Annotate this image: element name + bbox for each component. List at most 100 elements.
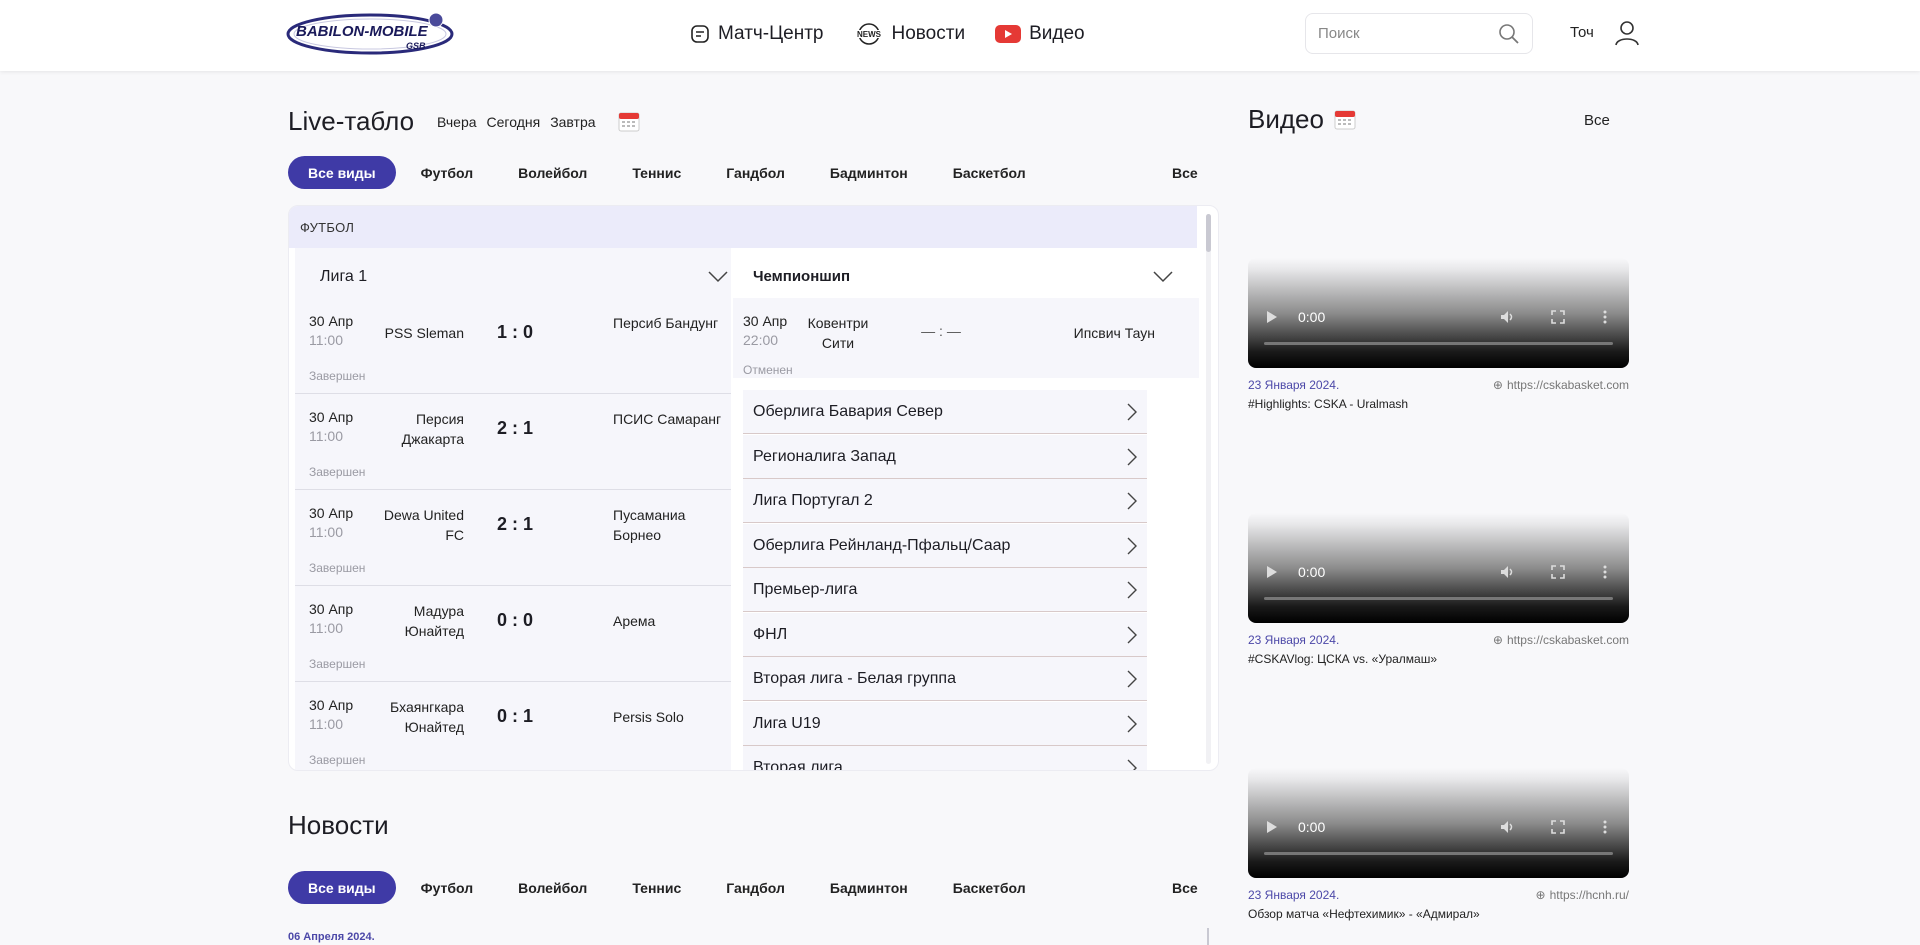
volume-icon[interactable] — [1500, 310, 1516, 324]
tab-badminton[interactable]: Бадминтон — [810, 156, 928, 189]
match-status: Отменен — [743, 363, 793, 377]
chevron-right-icon — [1127, 670, 1137, 687]
tab-all-sports[interactable]: Все виды — [288, 156, 396, 189]
day-tomorrow[interactable]: Завтра — [550, 114, 595, 130]
match-time: 22:00 — [743, 332, 779, 348]
scrollbar-thumb[interactable] — [1206, 214, 1211, 252]
logo-subtext: GSB — [406, 41, 426, 51]
league-row[interactable]: Оберлига Рейнланд-Пфальц/Саар — [743, 524, 1147, 568]
live-sport-tabs: Все виды Футбол Волейбол Теннис Гандбол … — [288, 156, 1051, 189]
tab-badminton[interactable]: Бадминтон — [810, 871, 928, 904]
play-icon[interactable] — [1266, 565, 1278, 579]
tab-volleyball[interactable]: Волейбол — [498, 156, 607, 189]
home-team: PSS Sleman — [384, 325, 464, 341]
league-row[interactable]: Лига Португал 2 — [743, 479, 1147, 523]
tab-basketball[interactable]: Баскетбол — [933, 871, 1046, 904]
sport-header: ФУТБОЛ — [289, 206, 1197, 248]
day-today[interactable]: Сегодня — [487, 114, 541, 130]
nav-news[interactable]: NEWS Новости — [854, 23, 965, 45]
video-player[interactable]: 0:00 — [1248, 768, 1629, 878]
match-date: 30 Апр — [309, 409, 354, 425]
volume-icon[interactable] — [1500, 820, 1516, 834]
league-row[interactable]: Регионалига Запад — [743, 435, 1147, 479]
nav-match-center[interactable]: Матч-Центр — [690, 23, 824, 45]
video-all-link[interactable]: Все — [1584, 112, 1610, 129]
nav-video[interactable]: Видео — [995, 23, 1085, 45]
news-scrollbar[interactable] — [1207, 928, 1209, 945]
tab-handball[interactable]: Гандбол — [706, 871, 805, 904]
league-row[interactable]: Вторая лига — [743, 746, 1147, 770]
match-status: Завершен — [309, 465, 366, 479]
video-card: 0:00 23 Января 2024. ⊕ https://cskabasket… — [1248, 513, 1629, 666]
video-caption[interactable]: #CSKAVlog: ЦСКА vs. «Уралмаш» — [1248, 652, 1629, 666]
calendar-icon[interactable] — [1334, 108, 1356, 130]
tab-volleyball[interactable]: Волейбол — [498, 871, 607, 904]
chevron-right-icon — [1127, 448, 1137, 465]
news-date: 06 Апреля 2024. — [288, 931, 375, 943]
babilon-mobile-logo[interactable]: BABILON-MOBILE GSB — [286, 10, 456, 56]
video-source[interactable]: ⊕ https://cskabasket.com — [1493, 378, 1629, 392]
league-column-right: Чемпионшип 30 Апр 22:00 Ковентри Сити — … — [733, 248, 1199, 770]
match-time: 11:00 — [309, 620, 343, 636]
away-team: Персиб Бандунг — [613, 315, 719, 331]
match-row[interactable]: 30 Апр 11:00 PSS Sleman 1 : 0 Персиб Бан… — [295, 298, 731, 394]
league-row[interactable]: Оберлига Бавария Север — [743, 390, 1147, 434]
league-row[interactable]: Премьер-лига — [743, 568, 1147, 612]
more-options-icon[interactable] — [1603, 565, 1607, 579]
user-icon[interactable] — [1615, 20, 1639, 46]
fullscreen-icon[interactable] — [1551, 565, 1565, 579]
more-options-icon[interactable] — [1603, 820, 1607, 834]
match-status: Завершен — [309, 657, 366, 671]
league-header[interactable]: Чемпионшип — [753, 268, 1173, 285]
video-card: 0:00 23 Января 2024. ⊕ https://cskabasket… — [1248, 258, 1629, 411]
scrollbar-track[interactable] — [1206, 214, 1211, 764]
video-progress-bar[interactable] — [1264, 342, 1613, 345]
home-team: Мадура Юнайтед — [404, 603, 464, 639]
tab-basketball[interactable]: Баскетбол — [933, 156, 1046, 189]
match-row[interactable]: 30 Апр 11:00 Персия Джакарта 2 : 1 ПСИС … — [295, 394, 731, 490]
search-input[interactable] — [1318, 25, 1488, 42]
video-date: 23 Января 2024. — [1248, 378, 1340, 392]
league-row[interactable]: ФНЛ — [743, 613, 1147, 657]
search-icon[interactable] — [1498, 23, 1520, 45]
video-progress-bar[interactable] — [1264, 597, 1613, 600]
fullscreen-icon[interactable] — [1551, 820, 1565, 834]
tab-tennis[interactable]: Теннис — [612, 871, 701, 904]
league-name: Оберлига Рейнланд-Пфальц/Саар — [753, 536, 1011, 554]
more-options-icon[interactable] — [1603, 310, 1607, 324]
video-progress-bar[interactable] — [1264, 852, 1613, 855]
user-name[interactable]: Точ — [1570, 24, 1594, 41]
league-row[interactable]: Лига U19 — [743, 702, 1147, 746]
tab-all-sports[interactable]: Все виды — [288, 871, 396, 904]
match-score: 2 : 1 — [496, 418, 534, 438]
tab-handball[interactable]: Гандбол — [706, 156, 805, 189]
volume-icon[interactable] — [1500, 565, 1516, 579]
match-score: 2 : 1 — [496, 514, 534, 534]
match-time: 11:00 — [309, 716, 343, 732]
tab-football[interactable]: Футбол — [401, 871, 494, 904]
league-row[interactable]: Вторая лига - Белая группа — [743, 657, 1147, 701]
day-yesterday[interactable]: Вчера — [437, 114, 477, 130]
league-name: Премьер-лига — [753, 580, 858, 598]
globe-icon: ⊕ — [1535, 888, 1546, 902]
league-header[interactable]: Лига 1 — [320, 268, 728, 286]
news-tabs-all-link[interactable]: Все — [1172, 880, 1198, 896]
tab-football[interactable]: Футбол — [401, 156, 494, 189]
live-tabs-all-link[interactable]: Все — [1172, 165, 1198, 181]
match-row[interactable]: 30 Апр 11:00 Бхаянгкара Юнайтед 0 : 1 Pe… — [295, 682, 731, 770]
video-caption[interactable]: #Highlights: CSKA - Uralmash — [1248, 397, 1629, 411]
video-source[interactable]: ⊕ https://cskabasket.com — [1493, 633, 1629, 647]
play-icon[interactable] — [1266, 820, 1278, 834]
fullscreen-icon[interactable] — [1551, 310, 1565, 324]
match-row[interactable]: 30 Апр 11:00 Мадура Юнайтед 0 : 0 Арема … — [295, 586, 731, 682]
match-row[interactable]: 30 Апр 11:00 Dewa United FC 2 : 1 Пусама… — [295, 490, 731, 586]
video-player[interactable]: 0:00 — [1248, 258, 1629, 368]
calendar-icon[interactable] — [618, 110, 640, 132]
play-icon[interactable] — [1266, 310, 1278, 324]
video-time: 0:00 — [1298, 564, 1326, 580]
tab-tennis[interactable]: Теннис — [612, 156, 701, 189]
video-source[interactable]: ⊕ https://hcnh.ru/ — [1536, 888, 1629, 902]
video-player[interactable]: 0:00 — [1248, 513, 1629, 623]
match-row[interactable]: 30 Апр 22:00 Ковентри Сити — : — Ипсвич … — [733, 298, 1199, 378]
video-caption[interactable]: Обзор матча «Нефтехимик» - «Адмирал» — [1248, 907, 1629, 921]
